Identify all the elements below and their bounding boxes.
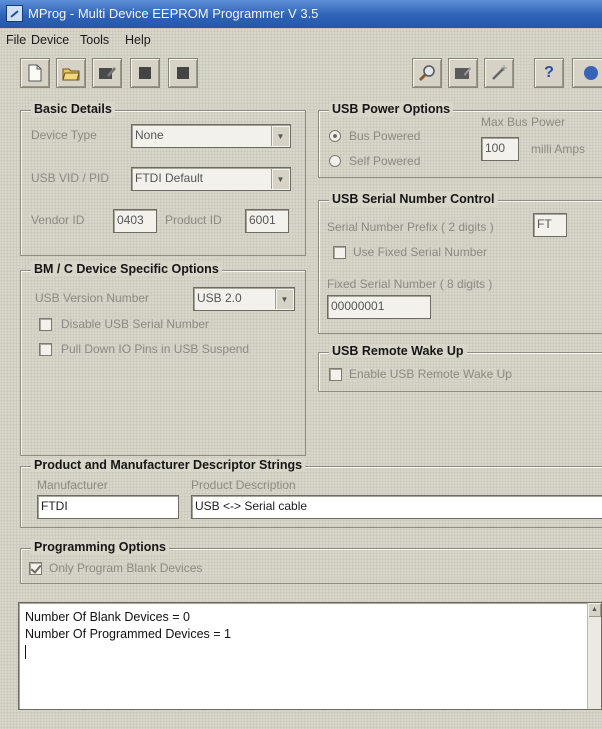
chevron-down-icon[interactable]: ▼: [271, 169, 289, 189]
product-desc-input[interactable]: USB <-> Serial cable: [191, 495, 602, 519]
pull-down-checkbox[interactable]: [39, 343, 52, 356]
chevron-down-icon[interactable]: ▼: [271, 126, 289, 146]
wand-icon: [492, 65, 507, 80]
basic-details-title: Basic Details: [31, 102, 115, 116]
menu-file[interactable]: File: [6, 33, 26, 47]
fixed-serial-label: Fixed Serial Number ( 8 digits ): [327, 277, 493, 291]
manufacturer-value: FTDI: [41, 499, 68, 513]
open-folder-icon: [62, 68, 80, 81]
vid-pid-dropdown[interactable]: FTDI Default ▼: [131, 167, 291, 191]
log-line: Number Of Programmed Devices = 1: [25, 627, 231, 641]
vendor-id-input[interactable]: 0403: [113, 209, 157, 233]
erase-chip-button[interactable]: [168, 58, 198, 88]
enable-wake-label: Enable USB Remote Wake Up: [349, 367, 512, 381]
text-caret: [25, 644, 26, 659]
help-button[interactable]: ?: [534, 58, 564, 88]
log-line: Number Of Blank Devices = 0: [25, 610, 190, 624]
new-file-button[interactable]: [20, 58, 50, 88]
remote-wake-title: USB Remote Wake Up: [329, 344, 467, 358]
usb-version-value: USB 2.0: [197, 291, 242, 305]
disable-serial-label: Disable USB Serial Number: [61, 317, 210, 331]
product-id-input[interactable]: 6001: [245, 209, 289, 233]
manufacturer-label: Manufacturer: [37, 478, 108, 492]
new-file-icon: [28, 64, 42, 82]
bm-options-group: BM / C Device Specific Options USB Versi…: [20, 262, 306, 456]
open-button[interactable]: [56, 58, 86, 88]
disable-serial-checkbox[interactable]: [39, 318, 52, 331]
menu-bar: File Device Tools Help: [0, 30, 602, 52]
vendor-id-value: 0403: [117, 213, 144, 227]
edit-icon: [99, 67, 116, 79]
only-blank-checkbox[interactable]: [29, 562, 42, 575]
serial-control-title: USB Serial Number Control: [329, 192, 498, 206]
programming-options-group: Programming Options Only Program Blank D…: [20, 540, 602, 584]
vendor-id-label: Vendor ID: [31, 213, 85, 227]
info-icon: [584, 66, 598, 80]
milli-amps-label: milli Amps: [531, 142, 586, 156]
search-icon: [418, 65, 435, 82]
mprog-window: MProg - Multi Device EEPROM Programmer V…: [0, 0, 602, 729]
basic-details-group: Basic Details Device Type None ▼ USB VID…: [20, 102, 306, 256]
usb-version-dropdown[interactable]: USB 2.0 ▼: [193, 287, 295, 311]
product-id-value: 6001: [249, 213, 276, 227]
serial-prefix-value: FT: [537, 217, 552, 231]
product-id-label: Product ID: [165, 213, 222, 227]
vid-pid-label: USB VID / PID: [31, 171, 110, 185]
product-desc-value: USB <-> Serial cable: [195, 499, 308, 513]
edit-button[interactable]: [92, 58, 122, 88]
about-button[interactable]: [572, 58, 602, 88]
device-type-dropdown[interactable]: None ▼: [131, 124, 291, 148]
wand-button[interactable]: [484, 58, 514, 88]
use-fixed-serial-label: Use Fixed Serial Number: [353, 245, 488, 259]
product-desc-label: Product Description: [191, 478, 296, 492]
device-type-label: Device Type: [31, 128, 97, 142]
erase-chip-icon: [177, 67, 189, 79]
app-icon: [6, 5, 23, 22]
serial-prefix-input[interactable]: FT: [533, 213, 567, 237]
scroll-up-icon[interactable]: ▲: [588, 603, 601, 617]
menu-device[interactable]: Device: [31, 33, 69, 47]
usb-power-title: USB Power Options: [329, 102, 454, 116]
descriptor-strings-group: Product and Manufacturer Descriptor Stri…: [20, 458, 602, 528]
self-powered-radio[interactable]: [329, 155, 341, 167]
title-bar[interactable]: MProg - Multi Device EEPROM Programmer V…: [0, 0, 602, 28]
toolbar: ?: [0, 54, 602, 94]
read-device-button[interactable]: [448, 58, 478, 88]
self-powered-label: Self Powered: [349, 154, 421, 168]
program-chip-icon: [139, 67, 151, 79]
serial-prefix-label: Serial Number Prefix ( 2 digits ): [327, 220, 494, 234]
use-fixed-serial-checkbox[interactable]: [333, 246, 346, 259]
only-blank-label: Only Program Blank Devices: [49, 561, 203, 575]
device-type-value: None: [135, 128, 164, 142]
max-bus-power-value: 100: [485, 141, 506, 155]
pull-down-label: Pull Down IO Pins in USB Suspend: [61, 342, 250, 356]
bm-options-title: BM / C Device Specific Options: [31, 262, 222, 276]
descriptor-strings-title: Product and Manufacturer Descriptor Stri…: [31, 458, 306, 472]
menu-help[interactable]: Help: [125, 33, 151, 47]
max-bus-power-label: Max Bus Power: [481, 115, 566, 129]
programming-options-title: Programming Options: [31, 540, 169, 554]
read-device-icon: [455, 67, 471, 79]
help-icon: ?: [544, 64, 554, 81]
enable-wake-checkbox[interactable]: [329, 368, 342, 381]
usb-version-label: USB Version Number: [35, 291, 150, 305]
log-scrollbar[interactable]: ▲: [587, 603, 601, 709]
program-chip-button[interactable]: [130, 58, 160, 88]
bus-powered-label: Bus Powered: [349, 129, 421, 143]
chevron-down-icon[interactable]: ▼: [275, 289, 293, 309]
log-output[interactable]: Number Of Blank Devices = 0 Number Of Pr…: [18, 602, 602, 710]
fixed-serial-value: 00000001: [331, 299, 385, 313]
max-bus-power-input[interactable]: 100: [481, 137, 519, 161]
usb-power-group: USB Power Options Max Bus Power Bus Powe…: [318, 102, 602, 178]
serial-control-group: USB Serial Number Control Serial Number …: [318, 192, 602, 334]
bus-powered-radio[interactable]: [329, 130, 341, 142]
remote-wake-group: USB Remote Wake Up Enable USB Remote Wak…: [318, 344, 602, 392]
fixed-serial-input[interactable]: 00000001: [327, 295, 431, 319]
search-button[interactable]: [412, 58, 442, 88]
menu-tools[interactable]: Tools: [80, 33, 109, 47]
window-title: MProg - Multi Device EEPROM Programmer V…: [28, 6, 319, 21]
vid-pid-value: FTDI Default: [135, 171, 204, 185]
manufacturer-input[interactable]: FTDI: [37, 495, 179, 519]
